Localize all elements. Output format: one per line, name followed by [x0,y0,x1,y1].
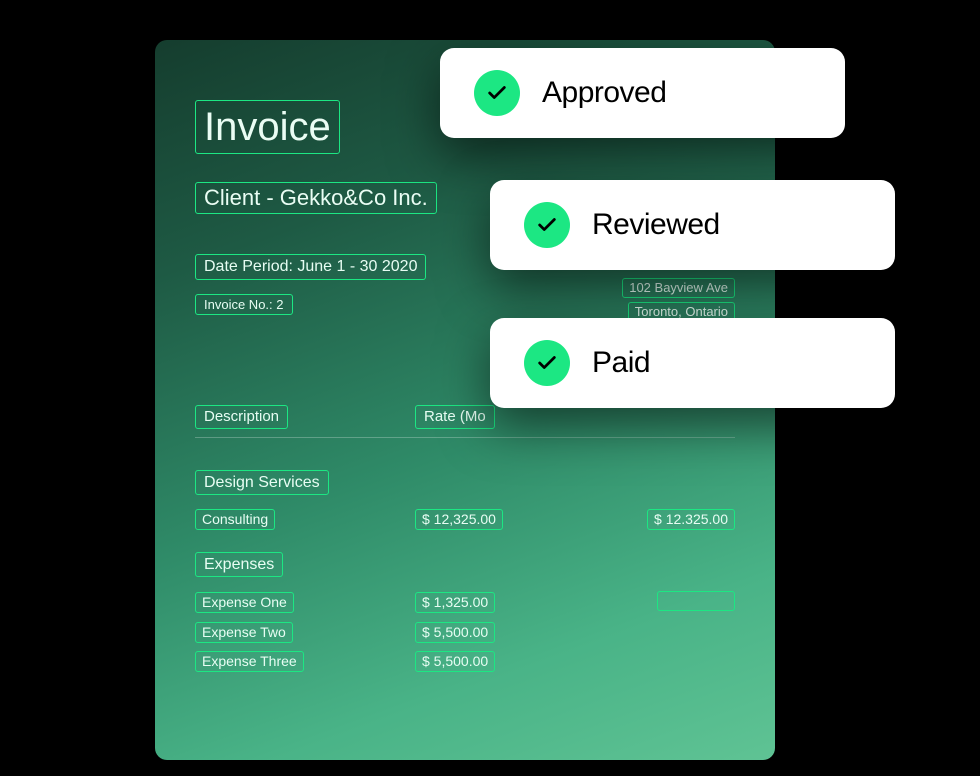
row-rate: $ 5,500.00 [415,651,495,672]
row-desc: Consulting [195,509,275,530]
status-approved-pill: Approved [440,48,845,138]
check-icon [474,70,520,116]
check-icon [524,202,570,248]
table-row: Expense One $ 1,325.00 [195,591,735,614]
row-desc: Expense Two [195,622,293,643]
table-row: Expense Three $ 5,500.00 [195,651,735,672]
table-header: Description Rate (Mo [195,405,735,438]
col-description: Description [195,405,288,429]
invoice-number: Invoice No.: 2 [195,294,293,316]
row-rate: $ 12,325.00 [415,509,503,530]
section-expenses: Expenses [195,552,283,577]
table-row: Expense Two $ 5,500.00 [195,622,735,643]
row-rate: $ 5,500.00 [415,622,495,643]
row-total: $ 12.325.00 [647,509,735,530]
section-design-services: Design Services [195,470,329,495]
invoice-title: Invoice [195,100,340,154]
status-paid-pill: Paid [490,318,895,408]
row-total-empty [657,591,735,611]
row-desc: Expense One [195,592,294,613]
check-icon [524,340,570,386]
row-desc: Expense Three [195,651,304,672]
row-rate: $ 1,325.00 [415,592,495,613]
status-label: Approved [542,76,666,110]
date-period: Date Period: June 1 - 30 2020 [195,254,426,279]
status-label: Reviewed [592,208,720,242]
col-rate: Rate (Mo [415,405,495,429]
status-label: Paid [592,346,650,380]
client-name: Client - Gekko&Co Inc. [195,182,437,214]
table-row: Consulting $ 12,325.00 $ 12.325.00 [195,509,735,530]
address-line-1: 102 Bayview Ave [622,278,735,298]
status-reviewed-pill: Reviewed [490,180,895,270]
